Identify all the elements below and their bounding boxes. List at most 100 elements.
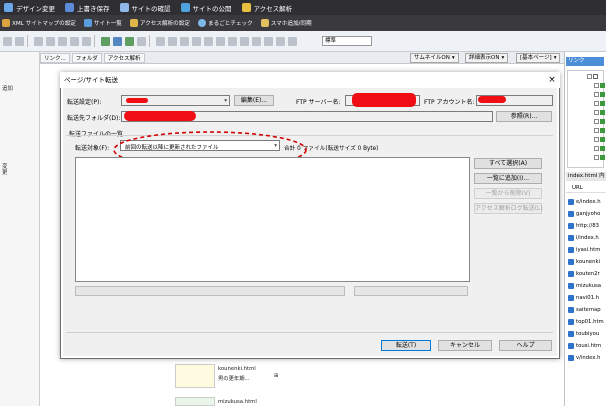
tab-links[interactable]: リンク... — [40, 52, 70, 63]
font-icon[interactable] — [252, 36, 261, 46]
site-publish-item[interactable]: サイトの公開 — [180, 3, 232, 13]
overwrite-save-item[interactable]: 上書き保存 — [65, 3, 110, 13]
color-icon[interactable] — [264, 36, 273, 46]
link-tree[interactable] — [567, 70, 605, 168]
site-list-item[interactable]: サイト一覧 — [83, 19, 122, 27]
link-icon — [568, 354, 574, 361]
transfer-button[interactable]: 転送(T) — [381, 340, 431, 351]
tree-node[interactable] — [568, 118, 605, 125]
detail-toggle[interactable]: 詳細表示ON ▾ — [465, 53, 509, 63]
url-item[interactable]: kouten2r — [568, 268, 606, 279]
tree-node[interactable] — [568, 136, 605, 143]
close-icon[interactable]: × — [546, 74, 558, 86]
smartphone-sync-item[interactable]: スマホ追加/同期 — [260, 19, 312, 27]
redaction-mark — [126, 98, 148, 103]
remove-from-list-button[interactable]: 一覧から削除(V) — [474, 188, 542, 199]
page-icon — [600, 146, 605, 151]
link-icon[interactable] — [101, 36, 110, 46]
redo-icon[interactable] — [288, 36, 297, 46]
insert-icon[interactable] — [137, 36, 146, 46]
toolbar-divider — [94, 35, 95, 47]
link-icon — [568, 246, 574, 253]
rule-icon[interactable] — [228, 36, 237, 46]
url-item[interactable]: iyasi.htm — [568, 244, 606, 255]
xml-sitemap-item[interactable]: XML サイトマップの設定 — [2, 19, 76, 27]
tree-node[interactable] — [568, 127, 605, 134]
link-icon — [568, 318, 574, 325]
index-panel-header: index.html 内 — [566, 172, 606, 181]
url-item[interactable]: saitemap — [568, 304, 606, 315]
paste-icon[interactable] — [82, 36, 91, 46]
url-item[interactable]: http://83 — [568, 220, 606, 231]
mode-select[interactable]: 標準 — [322, 36, 372, 46]
full-check-item[interactable]: まるごとチェック — [197, 19, 253, 27]
url-item[interactable]: i/index.h — [568, 232, 606, 243]
align-center-icon[interactable] — [168, 36, 177, 46]
outdent-icon[interactable] — [204, 36, 213, 46]
analysis-settings-item[interactable]: アクセス解析の設定 — [129, 19, 190, 27]
tree-node[interactable] — [568, 82, 605, 89]
cancel-button[interactable]: キャンセル — [438, 340, 492, 351]
check-circle-icon — [197, 19, 206, 27]
url-item[interactable]: kounenki — [568, 256, 606, 267]
cut-icon[interactable] — [58, 36, 67, 46]
table-icon[interactable] — [125, 36, 134, 46]
url-item[interactable]: tousi.htm — [568, 340, 606, 351]
align-left-icon[interactable] — [156, 36, 165, 46]
add-to-list-button[interactable]: 一覧に追加(I)... — [474, 173, 542, 184]
dest-folder-label: 転送先フォルダ(D): — [67, 115, 121, 122]
url-item[interactable]: v/index.h — [568, 352, 606, 363]
url-item[interactable]: mizukusa — [568, 280, 606, 291]
redo-icon[interactable] — [46, 36, 55, 46]
page-thumbnail[interactable] — [175, 364, 215, 388]
settings-icon — [129, 19, 138, 27]
chevron-down-icon: ▾ — [224, 98, 227, 104]
link-icon — [568, 222, 574, 229]
tree-node[interactable] — [568, 73, 605, 80]
thumbnail-toggle[interactable]: サムネイルON ▾ — [410, 53, 459, 63]
browse-button[interactable]: 参照(R)... — [496, 111, 552, 122]
undo-icon[interactable] — [34, 36, 43, 46]
url-column-header[interactable]: URL — [566, 184, 606, 193]
detail-label: 詳細表示ON — [469, 54, 500, 61]
help-button[interactable]: ヘルプ — [499, 340, 552, 351]
copy-icon[interactable] — [70, 36, 79, 46]
tree-node[interactable] — [568, 154, 605, 161]
format-icon[interactable] — [240, 36, 249, 46]
url-item[interactable]: top01.htm — [568, 316, 606, 327]
tab-folders[interactable]: フォルダ — [71, 52, 102, 63]
select-all-button[interactable]: すべて選択(A) — [474, 158, 542, 169]
target-label: 転送対象(F): — [75, 145, 110, 152]
access-analysis-item[interactable]: アクセス解析 — [241, 3, 292, 13]
tree-node[interactable] — [568, 145, 605, 152]
design-change-item[interactable]: デザイン変更 — [4, 3, 55, 13]
new-icon[interactable] — [3, 36, 12, 46]
access-log-transfer-button[interactable]: アクセス解析ログ転送(L) — [474, 203, 543, 214]
page-icon — [600, 83, 605, 88]
site-check-item[interactable]: サイトの確認 — [119, 3, 171, 13]
expand-icon[interactable]: ⊞ — [274, 373, 278, 379]
tree-node[interactable] — [568, 100, 605, 107]
url-item[interactable]: ganjyoho — [568, 208, 606, 219]
edit-button[interactable]: 編集(E)... — [234, 95, 274, 106]
indent-icon[interactable] — [192, 36, 201, 46]
link-icon — [568, 342, 574, 349]
url-item[interactable]: navi01.h — [568, 292, 606, 303]
url-item[interactable]: toubiyou — [568, 328, 606, 339]
tree-node[interactable] — [568, 91, 605, 98]
align-right-icon[interactable] — [180, 36, 189, 46]
tab-analysis[interactable]: アクセス解析 — [103, 52, 145, 63]
publish-icon — [180, 3, 190, 12]
page-icon — [600, 128, 605, 133]
page-thumbnail[interactable] — [175, 397, 215, 406]
url-item[interactable]: e/index.h — [568, 196, 606, 207]
page-filename: kounenki.html — [218, 366, 256, 372]
undo-icon[interactable] — [276, 36, 285, 46]
basic-page-button[interactable]: [基本ページ] ▾ — [516, 53, 561, 63]
tree-node[interactable] — [568, 109, 605, 116]
design-icon — [4, 3, 13, 12]
open-icon[interactable] — [15, 36, 24, 46]
list-icon[interactable] — [216, 36, 225, 46]
image-icon[interactable] — [113, 36, 122, 46]
transfer-file-list[interactable] — [75, 157, 470, 282]
